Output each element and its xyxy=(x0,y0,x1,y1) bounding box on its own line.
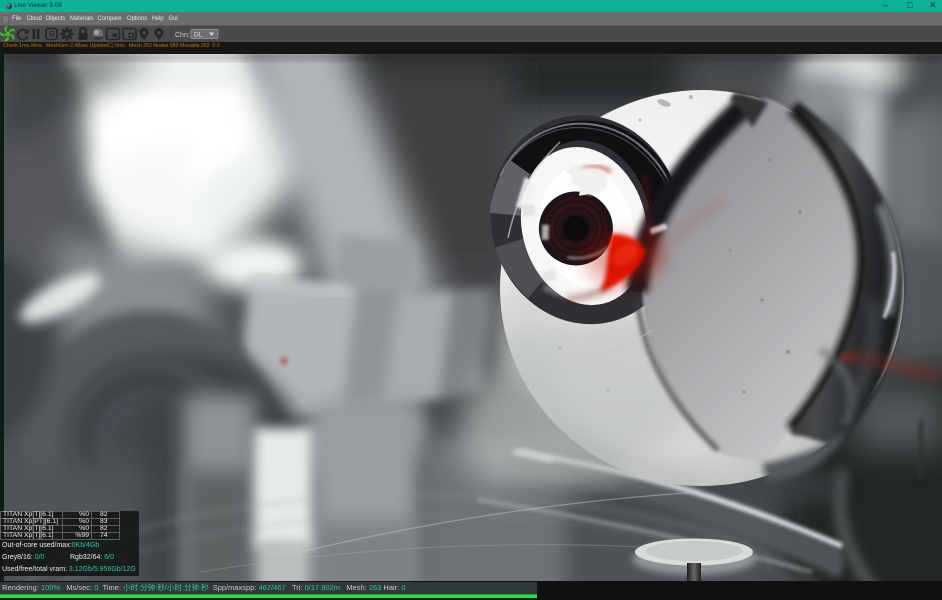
svg-text:R: R xyxy=(49,30,55,39)
svg-text:Chn:: Chn: xyxy=(175,32,190,39)
svg-text:DL: DL xyxy=(194,32,203,39)
